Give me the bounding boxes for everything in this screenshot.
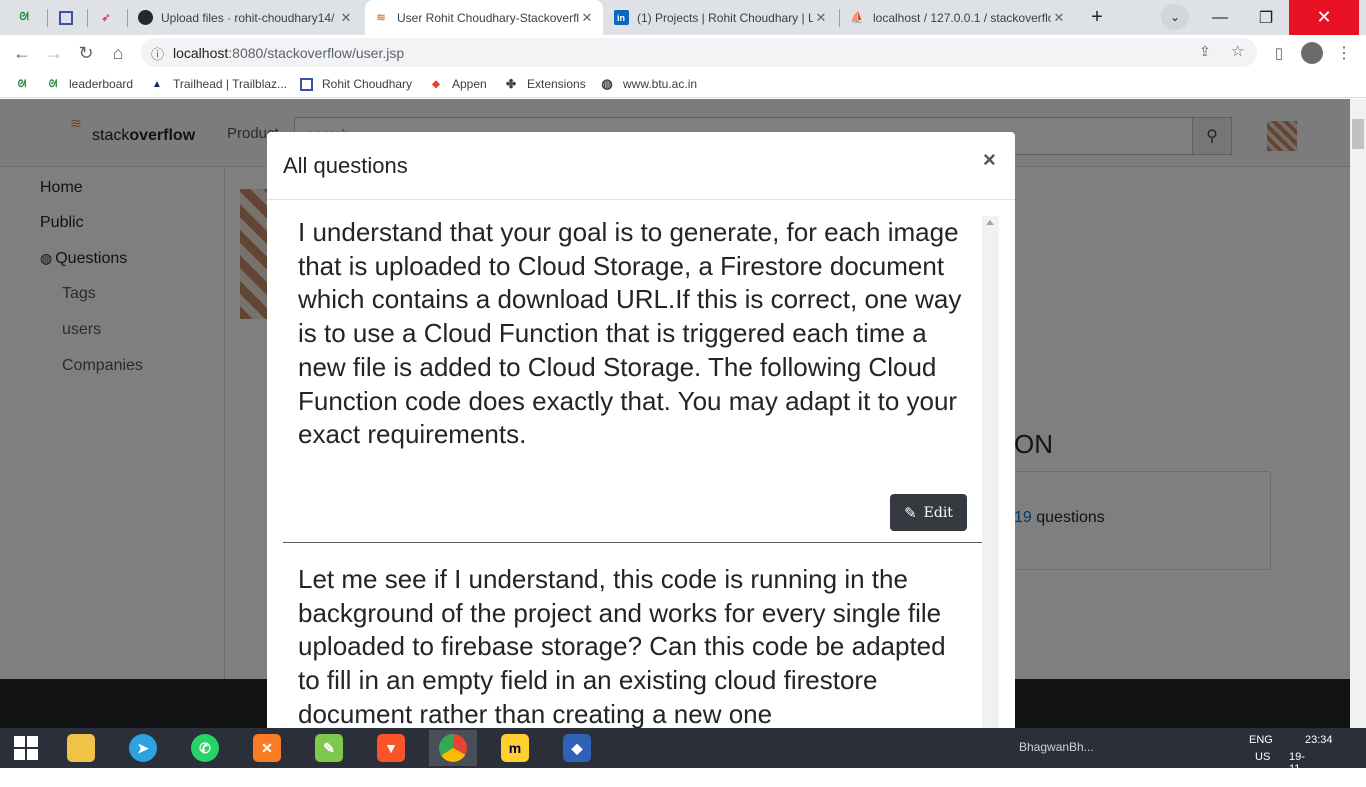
phpmyadmin-icon: ⛵ xyxy=(850,12,864,24)
bookmark-btu[interactable]: ◍ www.btu.ac.in xyxy=(599,75,697,93)
page-viewport: ≋ stackoverflow Product search... ⚲ Home… xyxy=(0,99,1350,728)
calendar-icon xyxy=(58,10,74,26)
language-indicator[interactable]: ENG xyxy=(1249,734,1273,746)
url-path: :8080/stackoverflow/user.jsp xyxy=(228,44,405,61)
close-modal-button[interactable]: × xyxy=(983,147,996,173)
language-region: US xyxy=(1255,751,1271,763)
browser-tab-strip: ᘛ ➶ Upload files · rohit-choudhary14/ ✕ … xyxy=(0,0,1366,35)
trailhead-icon: ▲ xyxy=(152,78,162,90)
url-host: localhost xyxy=(173,44,229,61)
modal-title: All questions xyxy=(283,153,408,178)
clock-time[interactable]: 23:34 xyxy=(1305,734,1333,746)
weather-widget[interactable]: BhagwanBh... xyxy=(1019,740,1094,754)
bookmark-label: Appen xyxy=(452,77,487,91)
home-button[interactable]: ⌂ xyxy=(104,39,132,67)
tab-title: (1) Projects | Rohit Choudhary | Li xyxy=(637,10,813,25)
bookmark-extensions[interactable]: ✤ Extensions xyxy=(503,75,586,93)
geeksforgeeks-icon: ᘛ xyxy=(17,78,27,90)
geeksforgeeks-icon: ᘛ xyxy=(48,78,58,90)
restore-button[interactable]: ❐ xyxy=(1243,0,1289,35)
page-scrollbar[interactable] xyxy=(1350,99,1366,728)
puzzle-icon: ✤ xyxy=(505,77,517,91)
share-icon[interactable]: ⇪ xyxy=(1199,43,1211,60)
xampp-icon[interactable]: ✕ xyxy=(243,730,291,766)
tab-search-button[interactable]: ⌄ xyxy=(1161,4,1189,30)
bookmark-rohit-choudhary[interactable]: Rohit Choudhary xyxy=(298,75,412,93)
tab-title: Upload files · rohit-choudhary14/ xyxy=(161,10,335,25)
modal-header: All questions × xyxy=(267,132,1015,200)
all-questions-modal: All questions × I understand that your g… xyxy=(267,132,1015,728)
globe-icon: ◍ xyxy=(601,76,613,91)
tab-linkedin-projects[interactable]: in (1) Projects | Rohit Choudhary | Li ✕ xyxy=(605,0,837,35)
profile-avatar[interactable] xyxy=(1298,39,1326,67)
modal-scrollbar[interactable] xyxy=(982,216,999,728)
bookmark-trailhead[interactable]: ▲ Trailhead | Trailblaz... xyxy=(149,75,287,93)
tab-title: localhost / 127.0.0.1 / stackoverflo xyxy=(873,10,1051,25)
file-explorer-icon[interactable] xyxy=(57,730,105,766)
tab-rocket[interactable]: ➶ xyxy=(90,0,126,35)
windows-taskbar: ➤ ✆ ✕ ✎ ▼ m ◆ BhagwanBh... ENG US 23:34 … xyxy=(0,728,1366,787)
url-bar[interactable]: ⓘ localhost:8080/stackoverflow/user.jsp … xyxy=(141,38,1257,67)
forward-button[interactable]: → xyxy=(40,39,68,67)
divider xyxy=(283,542,982,543)
chrome-icon[interactable] xyxy=(429,730,477,766)
geeksforgeeks-icon: ᘛ xyxy=(19,11,29,23)
tab-phpmyadmin[interactable]: ⛵ localhost / 127.0.0.1 / stackoverflo ✕ xyxy=(841,0,1075,35)
bookmark-label: Extensions xyxy=(527,77,586,91)
linkedin-icon: in xyxy=(613,10,629,26)
close-window-button[interactable]: ✕ xyxy=(1289,0,1359,35)
new-tab-button[interactable]: + xyxy=(1082,3,1112,31)
minimize-button[interactable]: — xyxy=(1197,0,1243,35)
notepad-plus-icon[interactable]: ✎ xyxy=(305,730,353,766)
bookmark-geeksforgeeks[interactable]: ᘛ xyxy=(14,75,38,93)
telegram-icon[interactable]: ➤ xyxy=(119,730,167,766)
whatsapp-icon[interactable]: ✆ xyxy=(181,730,229,766)
bookmark-leaderboard[interactable]: ᘛ leaderboard xyxy=(45,75,133,93)
modal-body: I understand that your goal is to genera… xyxy=(283,216,999,728)
virtualbox-icon[interactable]: ◆ xyxy=(553,730,601,766)
answer-text: Let me see if I understand, this code is… xyxy=(298,564,946,728)
bookmarks-bar: ᘛ ᘛ leaderboard ▲ Trailhead | Trailblaz...… xyxy=(0,70,1366,98)
close-tab-icon[interactable]: ✕ xyxy=(1051,10,1067,26)
bookmark-label: Trailhead | Trailblaz... xyxy=(173,77,288,91)
address-toolbar: ← → ↻ ⌂ ⓘ localhost:8080/stackoverflow/u… xyxy=(0,35,1366,70)
side-panel-icon[interactable]: ▯ xyxy=(1265,39,1293,67)
bookmark-appen[interactable]: ◆ Appen xyxy=(428,75,487,93)
site-info-icon[interactable]: ⓘ xyxy=(151,44,164,63)
menu-icon[interactable]: ⋮ xyxy=(1330,39,1358,67)
close-tab-icon[interactable]: ✕ xyxy=(338,10,354,26)
windows-start-icon[interactable] xyxy=(2,730,50,766)
scroll-up-icon[interactable] xyxy=(986,220,994,225)
tab-github-upload[interactable]: Upload files · rohit-choudhary14/ ✕ xyxy=(129,0,362,35)
tab-calendar[interactable] xyxy=(50,0,86,35)
answer-text: I understand that your goal is to genera… xyxy=(298,217,962,450)
brave-icon[interactable]: ▼ xyxy=(367,730,415,766)
tab-stackoverflow-user[interactable]: ≋ User Rohit Choudhary-Stackoverflow ✕ xyxy=(365,0,603,35)
bookmark-label: leaderboard xyxy=(69,77,134,91)
appen-icon: ◆ xyxy=(432,78,440,90)
reload-button[interactable]: ↻ xyxy=(72,39,100,67)
rocket-icon: ➶ xyxy=(101,12,111,24)
scrollbar-thumb[interactable] xyxy=(1352,119,1364,149)
tab-title: User Rohit Choudhary-Stackoverflow xyxy=(397,10,579,25)
edit-icon: ✎ xyxy=(904,503,917,522)
tab-geeksforgeeks[interactable]: ᘛ xyxy=(8,0,46,35)
close-tab-icon[interactable]: ✕ xyxy=(579,10,595,26)
github-icon xyxy=(137,10,153,26)
edit-label: Edit xyxy=(923,504,953,521)
bookmark-star-icon[interactable]: ☆ xyxy=(1231,42,1244,60)
back-button[interactable]: ← xyxy=(8,39,36,67)
bookmark-label: Rohit Choudhary xyxy=(322,77,413,91)
close-tab-icon[interactable]: ✕ xyxy=(813,10,829,26)
clock-date[interactable]: 19-11-2022 xyxy=(1289,751,1313,787)
bookmark-label: www.btu.ac.in xyxy=(623,77,698,91)
calendar-icon xyxy=(298,76,314,92)
stackoverflow-icon: ≋ xyxy=(376,12,386,24)
miro-icon[interactable]: m xyxy=(491,730,539,766)
edit-button[interactable]: ✎ Edit xyxy=(890,494,967,531)
